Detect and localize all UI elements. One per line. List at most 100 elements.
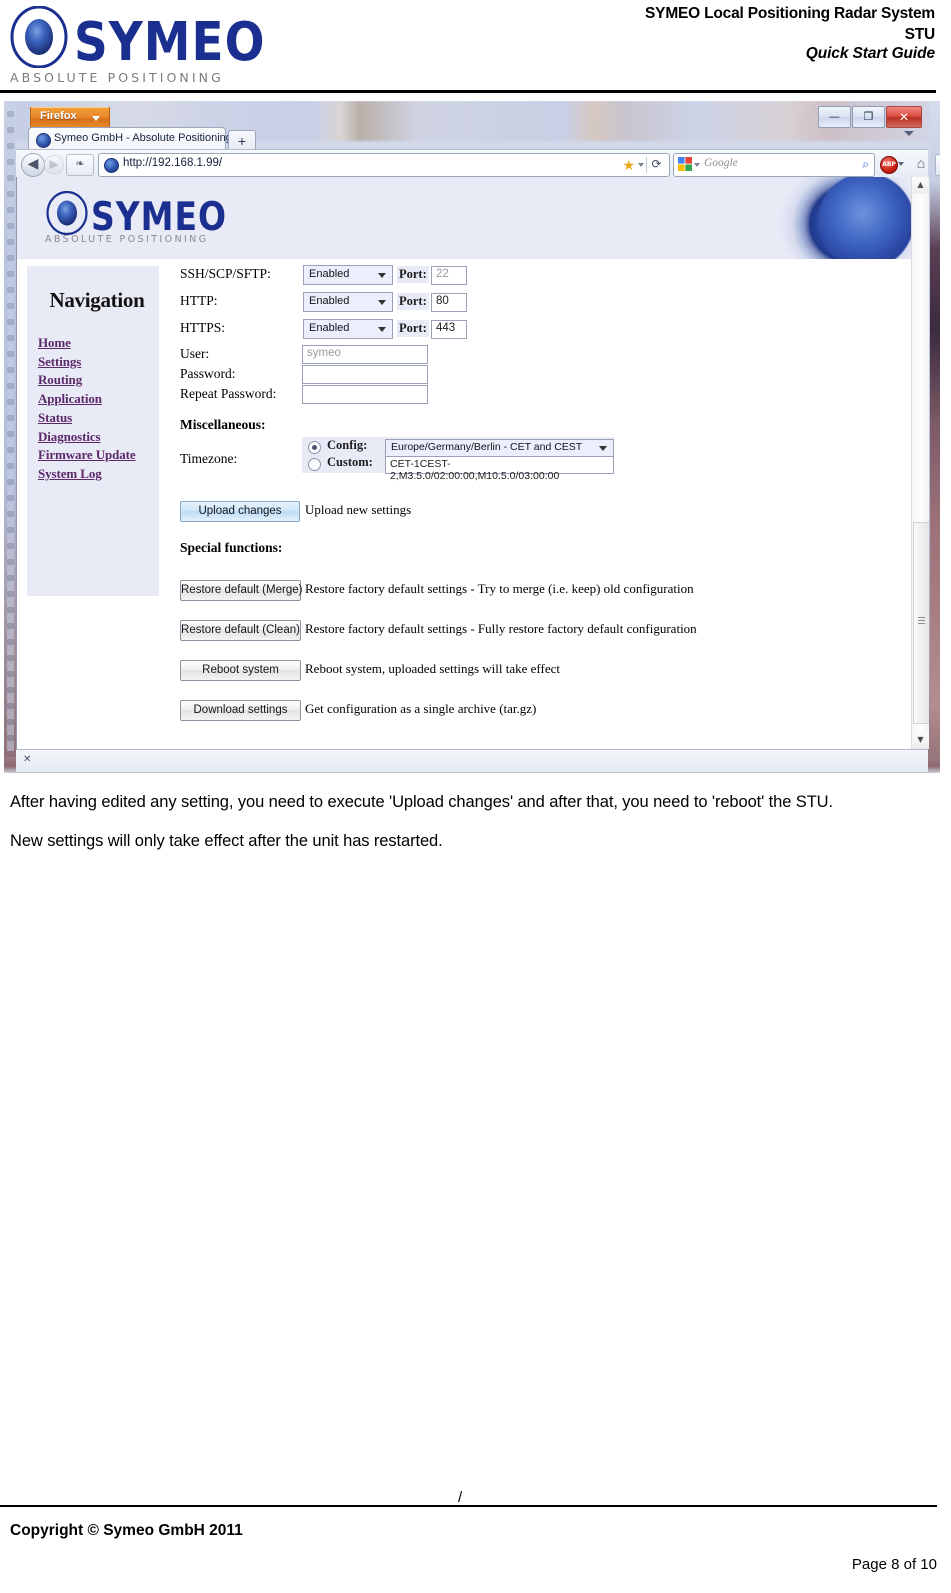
- upload-changes-button[interactable]: Upload changes: [180, 501, 300, 522]
- scrollbar-thumb[interactable]: [913, 522, 929, 724]
- service-state-select-ssh[interactable]: Enabled: [303, 265, 393, 285]
- port-input-https[interactable]: 443: [431, 320, 467, 339]
- sidebar-item-status[interactable]: Status: [38, 409, 158, 428]
- service-state-select-http[interactable]: Enabled: [303, 292, 393, 312]
- document-title-line2: STU: [904, 26, 936, 43]
- arrow-right-icon: ▶: [49, 157, 59, 171]
- password-field[interactable]: [302, 365, 428, 384]
- timezone-label: Timezone:: [180, 451, 238, 466]
- scrollbar-up-button[interactable]: ▲: [912, 177, 929, 194]
- site-navigation-panel: Navigation Home Settings Routing Applica…: [27, 266, 159, 596]
- window-frame-right-edge: [930, 101, 940, 773]
- chevron-down-icon[interactable]: [898, 162, 904, 166]
- browser-navigation-toolbar: ◀ ▶ ❧ http://192.168.1.99/ ★ ⟳ Google ⌕: [16, 149, 940, 179]
- timezone-config-value: Europe/Germany/Berlin - CET and CEST: [391, 441, 583, 453]
- chevron-down-icon: [378, 273, 386, 278]
- page-logo-wordmark: SYMEO: [91, 193, 228, 240]
- browser-screenshot: Firefox — ❐ ✕ Symeo GmbH - Absolute Posi…: [4, 101, 940, 773]
- upload-changes-description: Upload new settings: [305, 502, 412, 517]
- paragraph-1: After having edited any setting, you nee…: [10, 793, 833, 811]
- scrollbar-grip-icon: [918, 617, 925, 624]
- sidebar-item-system-log[interactable]: System Log: [38, 465, 158, 484]
- sidebar-item-application[interactable]: Application: [38, 390, 158, 409]
- service-label-http: HTTP:: [180, 293, 218, 308]
- symeo-logo: SYMEO ABSOLUTE POSITIONING: [8, 4, 264, 88]
- close-icon: ✕: [898, 110, 910, 124]
- credential-row-repeat-password: Repeat Password:: [175, 384, 465, 408]
- document-title: SYMEO Local Positioning Radar System STU: [295, 3, 935, 45]
- adblock-button[interactable]: ABP: [878, 153, 908, 175]
- service-label-https: HTTPS:: [180, 320, 226, 335]
- forward-button[interactable]: ▶: [44, 155, 64, 175]
- timezone-control-group: Config: Europe/Germany/Berlin - CET and …: [302, 437, 614, 482]
- footer-copyright: Copyright © Symeo GmbH 2011: [10, 1522, 243, 1539]
- reboot-system-button[interactable]: Reboot system: [180, 660, 301, 681]
- port-label-http: Port:: [397, 293, 429, 310]
- sidebar-item-diagnostics[interactable]: Diagnostics: [38, 428, 158, 447]
- port-label-ssh: Port:: [397, 266, 429, 283]
- user-value: symeo: [307, 347, 341, 359]
- timezone-custom-radio[interactable]: [308, 458, 321, 471]
- chevron-down-icon[interactable]: [638, 163, 644, 167]
- arrow-up-icon: ▲: [917, 180, 924, 189]
- port-input-ssh[interactable]: 22: [431, 266, 467, 285]
- search-bar[interactable]: Google ⌕: [673, 153, 875, 177]
- port-label-https: Port:: [397, 320, 429, 337]
- user-field[interactable]: symeo: [302, 345, 428, 364]
- timezone-custom-input[interactable]: CET-1CEST-2,M3.5.0/02:00:00,M10.5.0/03:0…: [385, 456, 614, 482]
- user-label: User:: [180, 346, 210, 361]
- maximize-icon: ❐: [863, 110, 874, 123]
- repeat-password-field[interactable]: [302, 385, 428, 404]
- banner-sphere-decoration: [776, 177, 912, 259]
- favicon-icon: [36, 133, 51, 148]
- page-banner: SYMEO ABSOLUTE POSITIONING: [17, 177, 912, 259]
- scrollbar-down-button[interactable]: ▼: [912, 732, 929, 749]
- timezone-config-key: Config:: [327, 438, 368, 452]
- page-scrollbar[interactable]: ▲ ▼: [911, 177, 929, 749]
- document-subtitle: Quick Start Guide: [805, 45, 935, 62]
- service-state-value-http: Enabled: [309, 295, 350, 307]
- password-label: Password:: [180, 366, 236, 381]
- footer-divider: [0, 1505, 937, 1507]
- browser-findbar: ✕: [16, 749, 928, 772]
- timezone-config-select[interactable]: Europe/Germany/Berlin - CET and CEST: [385, 439, 614, 457]
- toolbar-extra-button[interactable]: ✦: [935, 154, 940, 176]
- reload-button[interactable]: ⟳: [646, 157, 666, 173]
- restore-default-clean-description: Restore factory default settings - Fully…: [305, 621, 697, 636]
- address-bar[interactable]: http://192.168.1.99/ ★ ⟳: [98, 153, 670, 177]
- back-button[interactable]: ◀: [21, 153, 45, 177]
- sidebar-item-home[interactable]: Home: [38, 334, 158, 353]
- download-settings-button[interactable]: Download settings: [180, 700, 301, 721]
- close-icon[interactable]: ✕: [23, 754, 31, 765]
- search-icon[interactable]: ⌕: [862, 157, 869, 172]
- settings-form: SSH/SCP/SFTP: Enabled Port: 22 HTTP: Ena…: [175, 259, 875, 749]
- timezone-config-radio[interactable]: [308, 441, 321, 454]
- timezone-custom-value: CET-1CEST-2,M3.5.0/02:00:00,M10.5.0/03:0…: [390, 458, 560, 482]
- google-icon[interactable]: [678, 157, 692, 171]
- symeo-logo-tagline: ABSOLUTE POSITIONING: [10, 70, 224, 85]
- navigation-links: Home Settings Routing Application Status…: [38, 334, 158, 484]
- port-input-http[interactable]: 80: [431, 293, 467, 312]
- special-functions-heading: Special functions:: [180, 540, 283, 555]
- home-button[interactable]: ⌂: [909, 153, 933, 175]
- sidebar-item-firmware-update[interactable]: Firmware Update: [38, 446, 158, 465]
- sidebar-item-settings[interactable]: Settings: [38, 353, 158, 372]
- restore-default-merge-description: Restore factory default settings - Try t…: [305, 581, 694, 596]
- browser-content-viewport: SYMEO ABSOLUTE POSITIONING Navigation Ho…: [16, 177, 929, 749]
- browser-tab-title: Symeo GmbH - Absolute Positioning: [54, 132, 232, 144]
- chevron-down-icon[interactable]: [694, 163, 700, 167]
- minimize-icon: —: [829, 110, 840, 123]
- service-state-select-https[interactable]: Enabled: [303, 319, 393, 339]
- service-row-https: HTTPS: Enabled Port: 443: [175, 318, 467, 342]
- restore-default-clean-button[interactable]: Restore default (Clean): [180, 620, 301, 641]
- restore-default-merge-button[interactable]: Restore default (Merge): [180, 580, 302, 601]
- reboot-system-description: Reboot system, uploaded settings will ta…: [305, 661, 561, 676]
- page-body: Navigation Home Settings Routing Applica…: [17, 259, 912, 749]
- header-divider: [0, 90, 936, 93]
- document-header: SYMEO ABSOLUTE POSITIONING SYMEO Local P…: [0, 0, 951, 95]
- port-value-ssh: 22: [436, 268, 449, 280]
- bookmark-star-icon[interactable]: ★: [622, 157, 635, 173]
- sidebar-item-routing[interactable]: Routing: [38, 371, 158, 390]
- site-identity-button[interactable]: ❧: [66, 154, 94, 176]
- site-identity-icon: [104, 158, 119, 173]
